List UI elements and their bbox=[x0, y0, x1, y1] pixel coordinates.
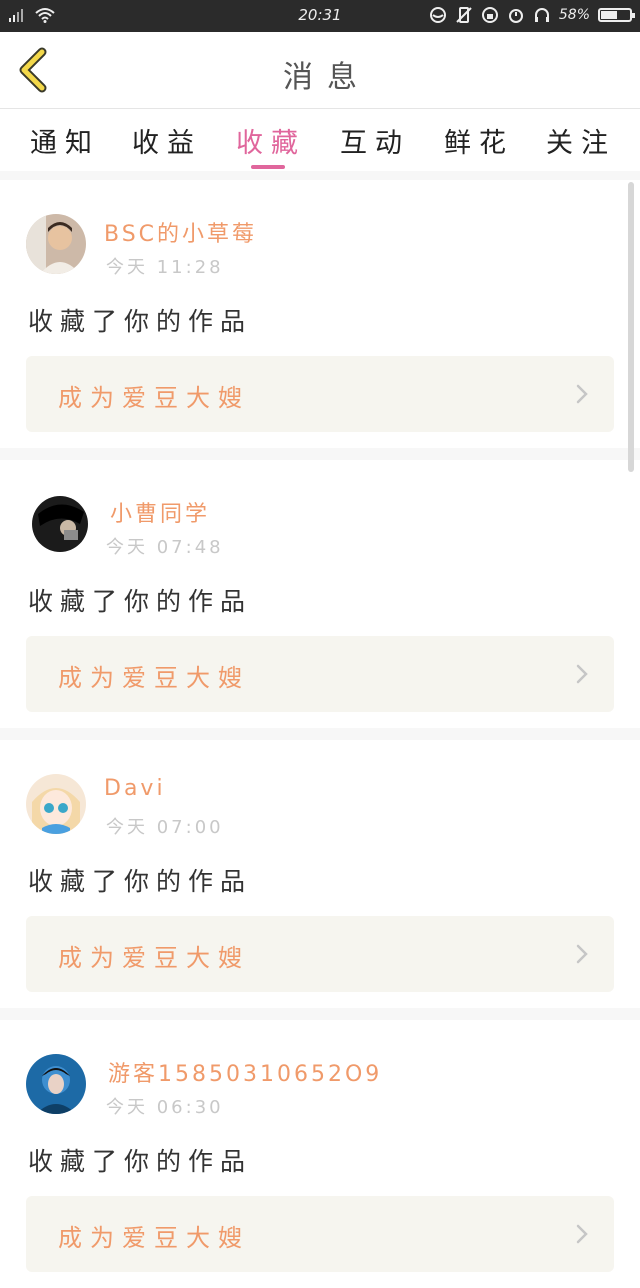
message-card: BSC的小草莓 今天 11:28 收藏了你的作品 成为爱豆大嫂 bbox=[0, 180, 640, 448]
avatar[interactable] bbox=[30, 494, 90, 554]
become-fan-button[interactable]: 成为爱豆大嫂 bbox=[26, 356, 614, 432]
headphones-icon bbox=[534, 8, 549, 22]
message-text: 收藏了你的作品 bbox=[28, 867, 253, 896]
tab-bar: 通知 收益 收藏 互动 鲜花 关注 bbox=[0, 109, 640, 171]
message-text: 收藏了你的作品 bbox=[28, 1147, 253, 1176]
eye-care-icon bbox=[429, 7, 446, 23]
tab-interactions[interactable]: 互动 bbox=[340, 121, 410, 160]
message-text: 收藏了你的作品 bbox=[28, 307, 253, 336]
chevron-right-icon bbox=[576, 944, 588, 964]
vibrate-off-icon bbox=[456, 7, 472, 23]
timestamp: 今天 06:30 bbox=[106, 1097, 224, 1118]
message-text: 收藏了你的作品 bbox=[28, 587, 253, 616]
action-label: 成为爱豆大嫂 bbox=[58, 944, 250, 972]
action-label: 成为爱豆大嫂 bbox=[58, 384, 250, 412]
tab-notifications[interactable]: 通知 bbox=[30, 121, 100, 160]
become-fan-button[interactable]: 成为爱豆大嫂 bbox=[26, 1196, 614, 1272]
tab-favorites[interactable]: 收藏 bbox=[236, 121, 306, 160]
tab-flowers[interactable]: 鲜花 bbox=[444, 121, 514, 160]
page-title: 消息 bbox=[283, 60, 371, 95]
message-card: 游客15850310652O9 今天 06:30 收藏了你的作品 成为爱豆大嫂 bbox=[0, 1020, 640, 1288]
tab-follows[interactable]: 关注 bbox=[546, 121, 616, 160]
avatar[interactable] bbox=[26, 774, 86, 834]
active-tab-indicator bbox=[251, 165, 285, 169]
chevron-right-icon bbox=[576, 384, 588, 404]
username[interactable]: 小曹同学 bbox=[110, 496, 210, 528]
avatar[interactable] bbox=[26, 1054, 86, 1114]
app-header: 消息 bbox=[0, 32, 640, 109]
message-card: Davi 今天 07:00 收藏了你的作品 成为爱豆大嫂 bbox=[0, 740, 640, 1008]
alarm-icon bbox=[508, 9, 523, 23]
become-fan-button[interactable]: 成为爱豆大嫂 bbox=[26, 636, 614, 712]
chevron-right-icon bbox=[576, 1224, 588, 1244]
timestamp: 今天 11:28 bbox=[106, 257, 224, 278]
avatar[interactable] bbox=[26, 214, 86, 274]
battery-icon bbox=[598, 8, 635, 22]
username[interactable]: Davi bbox=[104, 776, 166, 801]
action-label: 成为爱豆大嫂 bbox=[58, 1224, 250, 1252]
scrollbar[interactable] bbox=[628, 182, 634, 472]
action-label: 成为爱豆大嫂 bbox=[58, 664, 250, 692]
username[interactable]: 游客15850310652O9 bbox=[108, 1056, 382, 1088]
become-fan-button[interactable]: 成为爱豆大嫂 bbox=[26, 916, 614, 992]
message-card: 小曹同学 今天 07:48 收藏了你的作品 成为爱豆大嫂 bbox=[0, 460, 640, 728]
timestamp: 今天 07:00 bbox=[106, 817, 224, 838]
status-bar: 20:31 58% bbox=[0, 0, 640, 32]
tab-earnings[interactable]: 收益 bbox=[132, 121, 202, 160]
username[interactable]: BSC的小草莓 bbox=[104, 216, 257, 248]
chevron-right-icon bbox=[576, 664, 588, 684]
rotation-lock-icon bbox=[481, 7, 498, 23]
timestamp: 今天 07:48 bbox=[106, 537, 224, 558]
battery-percent: 58% bbox=[558, 7, 590, 23]
